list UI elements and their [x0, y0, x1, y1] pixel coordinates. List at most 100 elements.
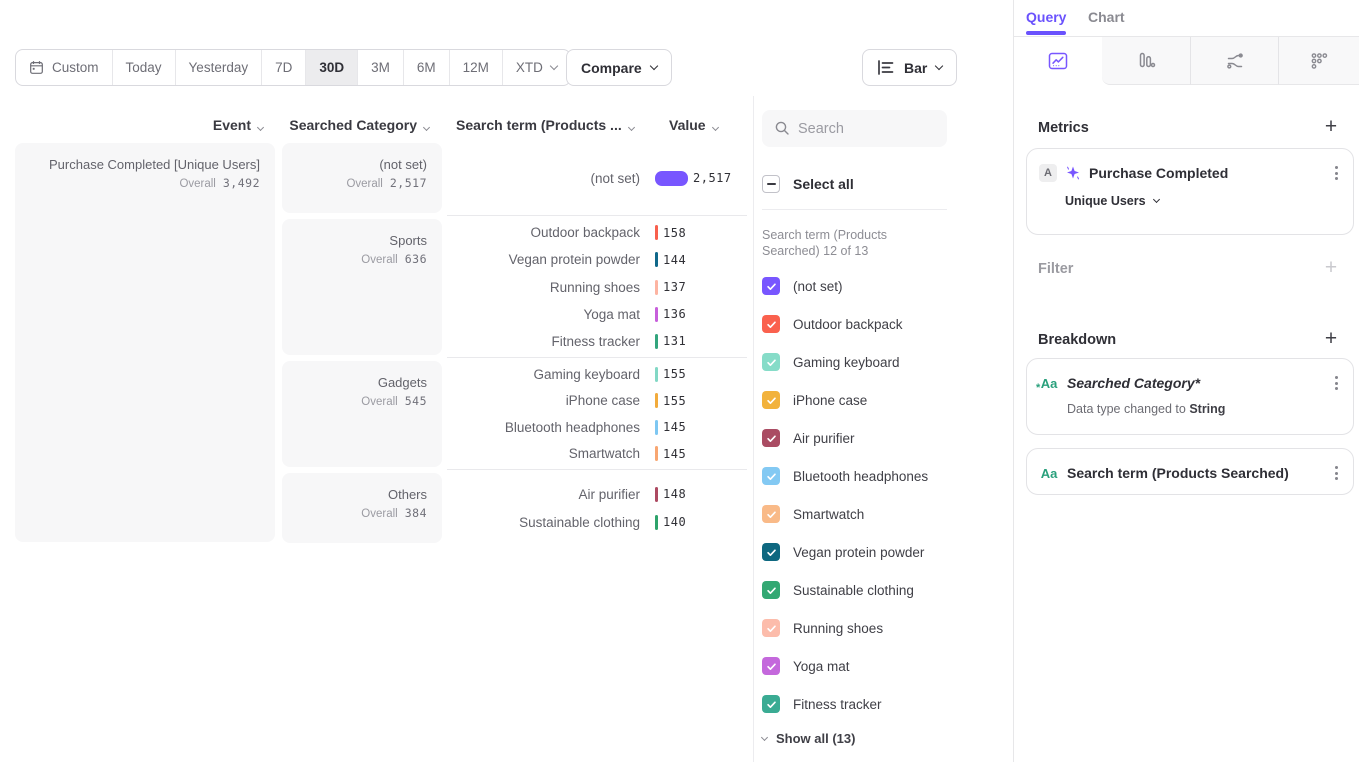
metric-card[interactable]: A Purchase Completed Unique Users	[1026, 148, 1354, 235]
date-range-label: 3M	[371, 60, 390, 75]
breakdown-title: Breakdown	[1038, 332, 1116, 348]
checkbox-checked[interactable]	[762, 581, 780, 599]
date-range-3m[interactable]: 3M	[357, 50, 403, 85]
breakdown-card-search-term[interactable]: Aa Search term (Products Searched)	[1026, 448, 1354, 495]
tab-query[interactable]: Query	[1026, 9, 1066, 25]
column-header-searched-category[interactable]: Searched Category	[280, 117, 429, 133]
term-row: iPhone case155	[447, 388, 747, 415]
column-header-search-term[interactable]: Search term (Products ...	[456, 117, 634, 133]
checkbox-checked[interactable]	[762, 695, 780, 713]
tab-flows[interactable]	[1190, 37, 1278, 85]
checkbox-checked[interactable]	[762, 277, 780, 295]
legend-item[interactable]: Fitness tracker	[762, 685, 947, 723]
column-header-value[interactable]: Value	[669, 117, 718, 133]
add-breakdown-button[interactable]: +	[1321, 328, 1341, 348]
date-range-6m[interactable]: 6M	[403, 50, 449, 85]
aggregation-selector[interactable]: Unique Users	[1065, 194, 1341, 208]
kebab-menu-icon[interactable]	[1332, 463, 1341, 483]
compare-button[interactable]: Compare	[566, 49, 672, 86]
group-separator	[447, 215, 747, 216]
date-range-label: 7D	[275, 60, 292, 75]
term-row: Running shoes137	[447, 273, 747, 300]
checkbox-checked[interactable]	[762, 315, 780, 333]
event-cell: Purchase Completed [Unique Users] Overal…	[15, 143, 275, 542]
term-label: (not set)	[447, 171, 655, 186]
date-range-today[interactable]: Today	[112, 50, 175, 85]
breakdown-card-searched-category[interactable]: Aa* Searched Category* Data type changed…	[1026, 358, 1354, 435]
chevron-down-icon	[1153, 196, 1160, 203]
term-row: Yoga mat136	[447, 301, 747, 328]
kebab-menu-icon[interactable]	[1332, 373, 1341, 393]
legend-item[interactable]: Sustainable clothing	[762, 571, 947, 609]
legend-item[interactable]: Yoga mat	[762, 647, 947, 685]
term-label: Smartwatch	[447, 446, 655, 461]
term-label: Vegan protein powder	[447, 252, 655, 267]
add-metric-button[interactable]: +	[1321, 116, 1341, 136]
date-range-xtd[interactable]: XTD	[502, 50, 570, 85]
legend-item[interactable]: iPhone case	[762, 381, 947, 419]
minus-icon	[767, 183, 776, 185]
breakdown-name: Searched Category*	[1067, 375, 1200, 391]
category-overall-value: 384	[405, 506, 427, 520]
legend-item[interactable]: Smartwatch	[762, 495, 947, 533]
legend-item[interactable]: Gaming keyboard	[762, 343, 947, 381]
legend-item[interactable]: Outdoor backpack	[762, 305, 947, 343]
checkbox-indeterminate[interactable]	[762, 175, 780, 193]
tab-chart[interactable]: Chart	[1088, 9, 1125, 25]
category-name: Gadgets	[297, 374, 427, 391]
show-all-button[interactable]: Show all (13)	[762, 729, 947, 747]
legend-item[interactable]: Running shoes	[762, 609, 947, 647]
term-value: 144	[663, 253, 686, 267]
checkbox-checked[interactable]	[762, 657, 780, 675]
chart-type-button[interactable]: Bar	[862, 49, 957, 86]
value-bar	[655, 487, 658, 502]
term-rows: Gaming keyboard155iPhone case155Bluetoot…	[447, 361, 747, 467]
legend-item[interactable]: (not set)	[762, 267, 947, 305]
date-range-7d[interactable]: 7D	[261, 50, 305, 85]
breakdown-note: Data type changed to String	[1067, 402, 1341, 416]
legend-item[interactable]: Bluetooth headphones	[762, 457, 947, 495]
legend-item[interactable]: Air purifier	[762, 419, 947, 457]
series-caption: Search term (Products Searched) 12 of 13	[762, 227, 942, 259]
date-range-yesterday[interactable]: Yesterday	[175, 50, 262, 85]
aggregation-label: Unique Users	[1065, 194, 1146, 208]
checkbox-checked[interactable]	[762, 391, 780, 409]
add-filter-button[interactable]: +	[1321, 257, 1341, 277]
date-range-label: 12M	[463, 60, 489, 75]
term-label: Yoga mat	[447, 307, 655, 322]
series-search	[762, 110, 947, 147]
chevron-down-icon	[257, 124, 264, 131]
term-rows: Outdoor backpack158Vegan protein powder1…	[447, 219, 747, 355]
date-range-12m[interactable]: 12M	[449, 50, 502, 85]
date-range-custom[interactable]: Custom	[16, 50, 112, 85]
checkbox-checked[interactable]	[762, 619, 780, 637]
legend-item-label: Sustainable clothing	[793, 583, 914, 598]
date-range-30d[interactable]: 30D	[305, 50, 357, 85]
term-row: Air purifier148	[447, 480, 747, 508]
column-header-event[interactable]: Event	[100, 117, 263, 133]
tab-retention[interactable]	[1278, 37, 1359, 85]
checkbox-checked[interactable]	[762, 543, 780, 561]
select-all[interactable]: Select all	[762, 175, 947, 193]
checkbox-checked[interactable]	[762, 505, 780, 523]
bar-chart-icon	[877, 60, 895, 75]
checkbox-checked[interactable]	[762, 429, 780, 447]
string-type-icon: Aa*	[1039, 376, 1059, 391]
term-row: (not set)2,517	[447, 164, 747, 192]
legend-item[interactable]: Vegan protein powder	[762, 533, 947, 571]
checkbox-checked[interactable]	[762, 353, 780, 371]
kebab-menu-icon[interactable]	[1332, 163, 1341, 183]
category-group: SportsOverall636Outdoor backpack158Vegan…	[282, 219, 747, 355]
tab-insights[interactable]	[1014, 37, 1102, 85]
column-header-label: Searched Category	[289, 117, 417, 133]
modified-asterisk: *	[1036, 382, 1040, 394]
category-cell: GadgetsOverall545	[282, 361, 442, 467]
checkbox-checked[interactable]	[762, 467, 780, 485]
compare-label: Compare	[581, 60, 642, 76]
value-bar	[655, 307, 658, 322]
tab-funnels[interactable]	[1102, 37, 1190, 85]
legend-list: (not set)Outdoor backpackGaming keyboard…	[762, 267, 947, 723]
term-row: Fitness tracker131	[447, 328, 747, 355]
date-range-label: Custom	[52, 60, 99, 75]
value-bar	[655, 280, 658, 295]
